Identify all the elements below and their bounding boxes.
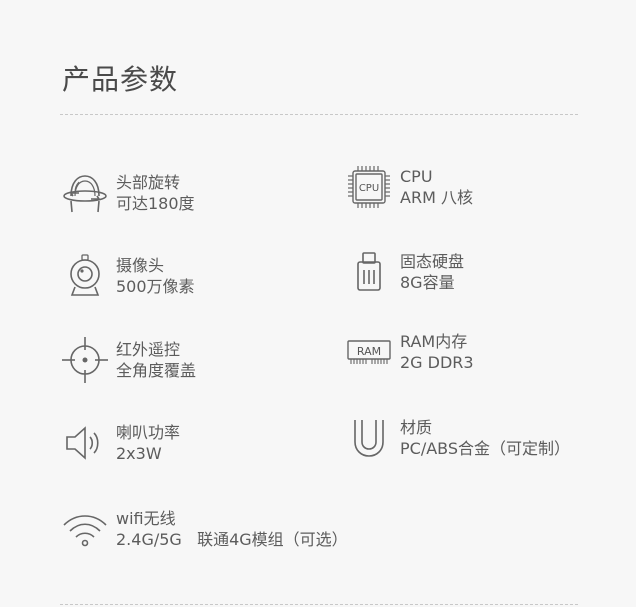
infrared-target-icon (60, 335, 110, 385)
spec-speaker: 喇叭功率 2x3W (60, 418, 180, 468)
spec-value: ARM 八核 (400, 188, 473, 207)
spec-wifi: wifi无线 2.4G/5G 联通4G模组（可选） (60, 504, 348, 554)
spec-value: 可达180度 (116, 194, 195, 213)
bottom-divider (60, 604, 578, 605)
spec-value: 全角度覆盖 (116, 361, 197, 380)
wifi-icon (60, 504, 110, 554)
spec-value: PC/ABS合金（可定制） (400, 439, 571, 458)
spec-camera: 摄像头 500万像素 (60, 251, 195, 301)
spec-name: 材质 (400, 418, 433, 437)
spec-value: 2.4G/5G 联通4G模组（可选） (116, 530, 348, 549)
spec-name: wifi无线 (116, 509, 176, 528)
spec-name: 固态硬盘 (400, 252, 465, 271)
spec-value: 8G容量 (400, 273, 455, 292)
cpu-icon-text: CPU (359, 183, 379, 194)
spec-value: 2x3W (116, 444, 162, 463)
ram-icon-text: RAM (357, 345, 381, 358)
spec-ram: RAM RAM内存 2G DDR3 (344, 327, 474, 377)
spec-name: 摄像头 (116, 256, 165, 275)
spec-name: CPU (400, 167, 433, 186)
ram-module-icon: RAM (344, 327, 394, 377)
speaker-icon (60, 418, 110, 468)
spec-head-rotation: 头部旋转 可达180度 (60, 168, 195, 218)
spec-name: 头部旋转 (116, 173, 181, 192)
spec-infrared: 红外遥控 全角度覆盖 (60, 335, 196, 385)
spec-name: RAM内存 (400, 332, 468, 351)
page-title: 产品参数 (62, 63, 179, 96)
spec-cpu: CPU CPU ARM 八核 (344, 162, 473, 212)
usb-storage-icon (344, 247, 394, 297)
spec-value: 500万像素 (116, 277, 195, 296)
magnet-u-icon (344, 413, 394, 463)
spec-material: 材质 PC/ABS合金（可定制） (344, 413, 570, 463)
spec-name: 喇叭功率 (116, 423, 181, 442)
rotating-head-icon (60, 168, 110, 218)
spec-value: 2G DDR3 (400, 353, 474, 372)
cpu-chip-icon: CPU (344, 162, 394, 212)
spec-ssd: 固态硬盘 8G容量 (344, 247, 464, 297)
top-divider (60, 114, 578, 115)
webcam-icon (60, 251, 110, 301)
spec-name: 红外遥控 (116, 340, 181, 359)
